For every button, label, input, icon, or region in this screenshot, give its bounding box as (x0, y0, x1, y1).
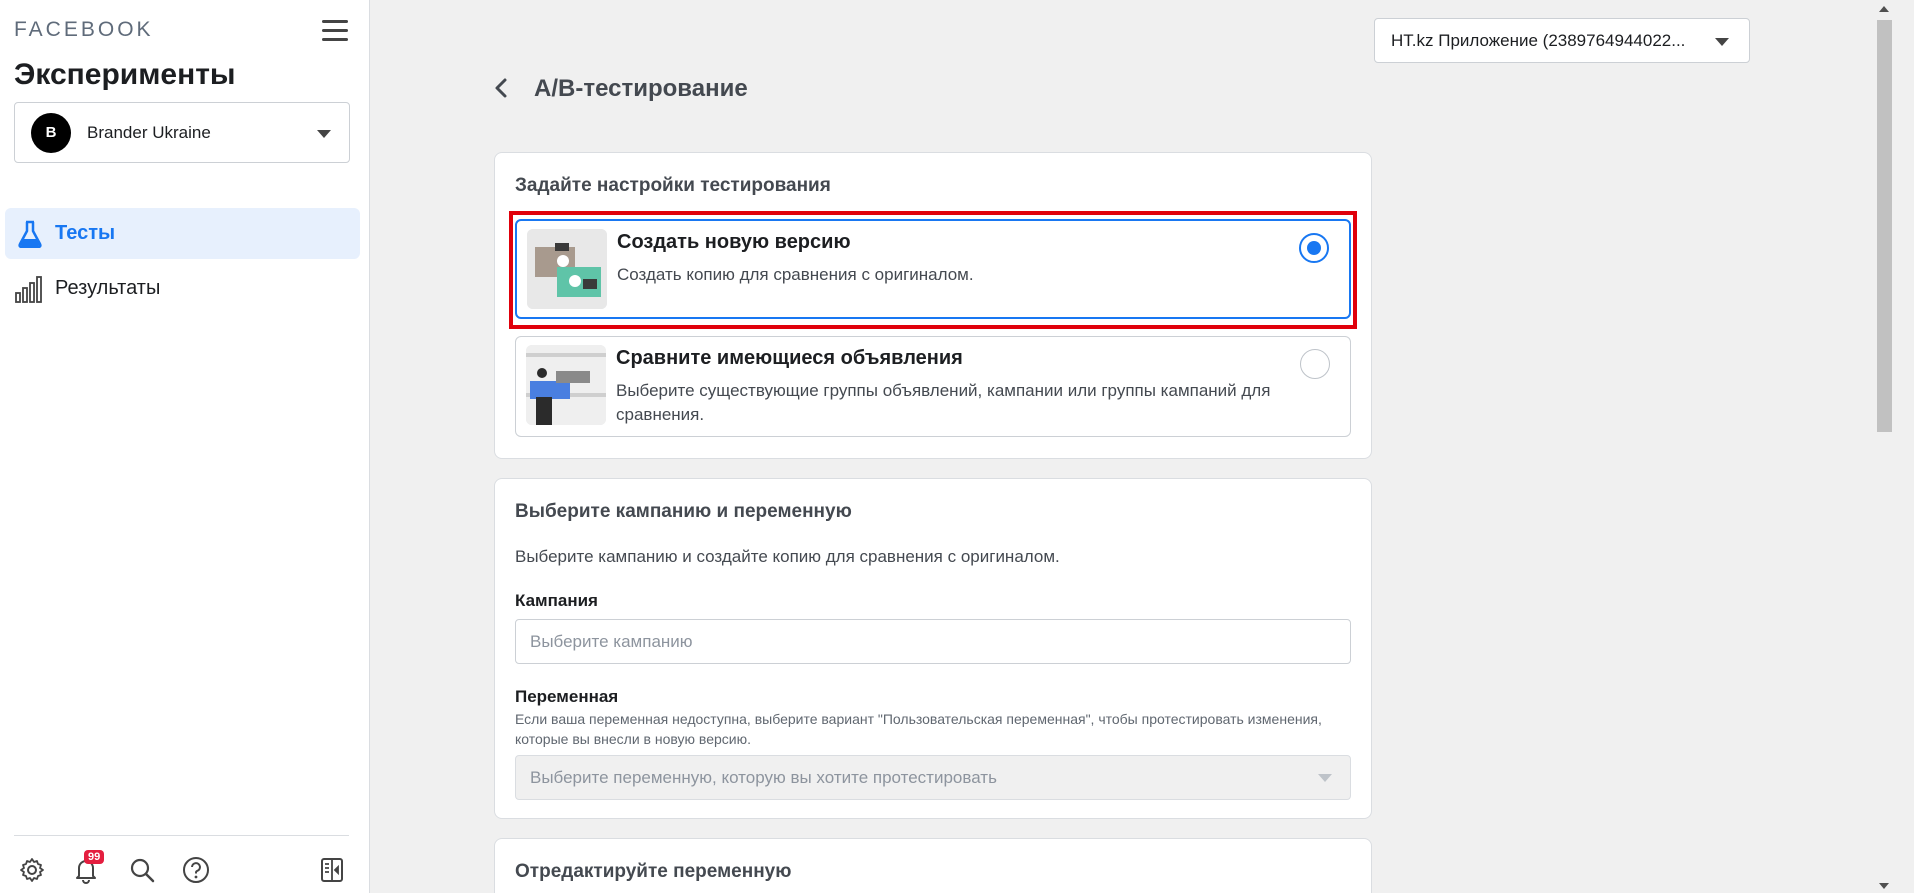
edit-variable-card: Отредактируйте переменную (494, 838, 1372, 893)
sidebar-footer (14, 835, 349, 884)
menu-icon[interactable] (322, 20, 348, 42)
sidebar: FACEBOOK Эксперименты B Brander Ukraine … (0, 0, 370, 893)
sidebar-item-results[interactable]: Результаты (5, 263, 360, 314)
highlight-annotation (509, 211, 1357, 329)
campaign-card-description: Выберите кампанию и создайте копию для с… (515, 547, 1060, 566)
account-name: Brander Ukraine (87, 122, 211, 142)
account-selector[interactable]: B Brander Ukraine (14, 102, 350, 163)
chevron-down-icon (1318, 774, 1332, 782)
option-compare-existing-ads[interactable]: Сравните имеющиеся объявления Выберите с… (515, 336, 1351, 437)
notification-badge: 99 (84, 850, 105, 864)
card-title: Выберите кампанию и переменную (515, 501, 852, 522)
radio-compare-existing-ads[interactable] (1300, 349, 1330, 379)
chevron-down-icon (1715, 38, 1729, 46)
campaign-label: Кампания (515, 591, 598, 610)
bar-chart-icon (15, 274, 45, 304)
campaign-variable-card: Выберите кампанию и переменную Выберите … (494, 478, 1372, 819)
sidebar-item-label: Тесты (55, 222, 116, 244)
chevron-down-icon (317, 130, 331, 138)
card-title: Задайте настройки тестирования (515, 175, 831, 196)
scroll-down-arrow-icon[interactable] (1879, 883, 1889, 889)
sidebar-item-tests[interactable]: Тесты (5, 208, 360, 259)
back-button[interactable] (490, 76, 514, 100)
campaign-input[interactable] (515, 619, 1351, 664)
compare-ads-illustration (526, 345, 606, 425)
variable-select-placeholder: Выберите переменную, которую вы хотите п… (530, 767, 997, 787)
app-selector[interactable]: HT.kz Приложение (2389764944022... (1374, 18, 1750, 63)
page-title: A/B-тестирование (534, 75, 748, 102)
app-title: Эксперименты (14, 58, 236, 91)
avatar: B (31, 112, 71, 153)
option-description: Выберите существующие группы объявлений,… (616, 381, 1271, 424)
facebook-logo: FACEBOOK (14, 18, 154, 41)
search-icon[interactable] (128, 856, 156, 884)
option-title: Сравните имеющиеся объявления (616, 347, 963, 369)
flask-icon (15, 219, 45, 249)
chevron-left-icon (495, 78, 507, 98)
card-title: Отредактируйте переменную (515, 861, 792, 882)
settings-icon[interactable] (18, 856, 46, 884)
scrollbar-thumb[interactable] (1877, 20, 1892, 432)
sidebar-item-label: Результаты (55, 277, 161, 299)
variable-label: Переменная (515, 687, 619, 706)
scroll-up-arrow-icon[interactable] (1879, 6, 1889, 12)
variable-select[interactable]: Выберите переменную, которую вы хотите п… (515, 755, 1351, 800)
variable-note: Если ваша переменная недоступна, выберит… (515, 711, 1322, 747)
panel-toggle-icon[interactable] (318, 856, 346, 884)
help-icon[interactable] (182, 856, 210, 884)
app-selector-label: HT.kz Приложение (2389764944022... (1391, 30, 1686, 50)
